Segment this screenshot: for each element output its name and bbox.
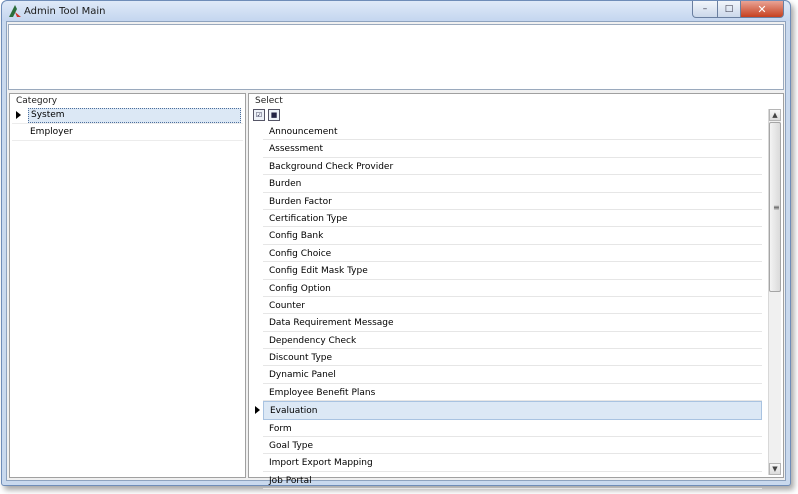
- list-item[interactable]: Assessment: [263, 140, 762, 158]
- list-item[interactable]: Data Requirement Message: [263, 314, 762, 332]
- filter-icon[interactable]: ■: [268, 109, 280, 121]
- list-item[interactable]: Burden: [263, 175, 762, 193]
- select-all-checkbox-icon[interactable]: ☑: [253, 109, 265, 121]
- list-item[interactable]: Job Portal: [263, 472, 762, 490]
- list-item[interactable]: Certification Type: [263, 210, 762, 228]
- list-item[interactable]: Import Export Mapping: [263, 454, 762, 472]
- list-item-label: Burden Factor: [269, 196, 332, 207]
- list-item-label: Burden: [269, 179, 302, 190]
- list-item-selected[interactable]: Evaluation: [255, 401, 762, 420]
- category-item-employer[interactable]: Employer: [12, 124, 243, 141]
- row-indicator-icon: [16, 111, 21, 119]
- list-item[interactable]: Config Choice: [263, 245, 762, 263]
- select-label: Select: [255, 96, 283, 106]
- window-controls: – □ ✕: [692, 1, 784, 18]
- close-button[interactable]: ✕: [741, 1, 784, 18]
- list-item-label: Discount Type: [269, 353, 333, 364]
- list-item-label: Import Export Mapping: [269, 458, 373, 469]
- list-item[interactable]: Dependency Check: [263, 332, 762, 350]
- list-item[interactable]: Announcement: [263, 123, 762, 141]
- list-item-label: Config Choice: [269, 248, 332, 259]
- title-bar[interactable]: Admin Tool Main – □ ✕: [2, 1, 790, 21]
- client-area: Category System Employer Select ☑ ■ Anno…: [6, 21, 786, 490]
- maximize-button[interactable]: □: [718, 1, 741, 18]
- window-title: Admin Tool Main: [24, 6, 106, 17]
- list-item[interactable]: Config Bank: [263, 227, 762, 245]
- minimize-button[interactable]: –: [692, 1, 718, 18]
- select-header: ☑ ■: [253, 109, 280, 123]
- app-window: Admin Tool Main – □ ✕ Category System Em…: [1, 0, 791, 490]
- list-item[interactable]: Dynamic Panel: [263, 366, 762, 384]
- grip-icon: ≡: [773, 203, 780, 212]
- category-item-system[interactable]: System: [12, 107, 243, 124]
- vertical-scrollbar[interactable]: ▲ ≡ ▼: [768, 109, 781, 475]
- list-item-label: Evaluation: [270, 406, 318, 417]
- list-item[interactable]: Form: [263, 420, 762, 438]
- scroll-down-button[interactable]: ▼: [769, 463, 781, 475]
- list-item-label: Goal Type: [269, 441, 314, 452]
- list-item[interactable]: Counter: [263, 297, 762, 315]
- list-item-label: Announcement: [269, 127, 338, 137]
- list-item[interactable]: Discount Type: [263, 349, 762, 367]
- list-item-label: Assessment: [269, 144, 323, 155]
- list-item[interactable]: Burden Factor: [263, 193, 762, 210]
- category-item-label: Employer: [30, 127, 73, 137]
- list-item-label: Dependency Check: [269, 335, 357, 346]
- category-label: Category: [16, 96, 58, 106]
- row-indicator-icon: [255, 406, 260, 415]
- list-item-label: Job Portal: [269, 475, 312, 486]
- list-item[interactable]: Background Check Provider: [263, 158, 762, 176]
- list-item[interactable]: Config Edit Mask Type: [263, 262, 762, 280]
- category-list: System Employer: [12, 107, 243, 141]
- app-logo-icon: [9, 5, 21, 17]
- list-item-label: Config Edit Mask Type: [269, 266, 368, 277]
- scroll-up-button[interactable]: ▲: [769, 109, 781, 121]
- list-item-label: Certification Type: [269, 213, 348, 224]
- list-item-label: Employee Benefit Plans: [269, 387, 376, 398]
- list-item-label: Background Check Provider: [269, 161, 394, 172]
- list-item[interactable]: Goal Type: [263, 437, 762, 455]
- category-item-label: System: [28, 108, 241, 123]
- list-item-label: Dynamic Panel: [269, 370, 336, 381]
- top-panel: [8, 24, 784, 90]
- list-item[interactable]: Config Option: [263, 280, 762, 297]
- category-group: Category System Employer: [9, 93, 246, 478]
- list-item-label: Form: [269, 423, 292, 434]
- list-item-label: Config Option: [269, 283, 331, 294]
- scrollbar-thumb[interactable]: ≡: [769, 122, 781, 292]
- list-item[interactable]: Employee Benefit Plans: [263, 384, 762, 402]
- list-item-label: Data Requirement Message: [269, 318, 394, 329]
- list-item-label: Config Bank: [269, 231, 324, 242]
- select-list: Announcement Assessment Background Check…: [255, 123, 762, 490]
- list-item-label: Counter: [269, 300, 305, 311]
- select-group: Select ☑ ■ Announcement Assessment Backg…: [248, 93, 784, 490]
